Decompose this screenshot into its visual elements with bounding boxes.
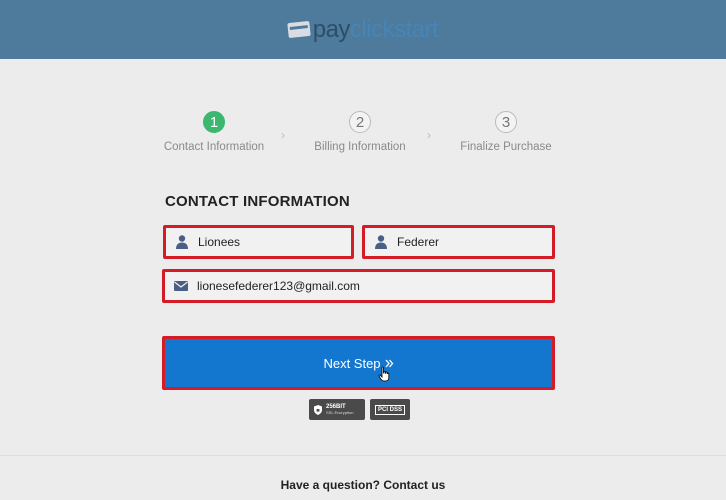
step-label: Billing Information bbox=[314, 141, 406, 153]
logo[interactable]: payclickstart bbox=[286, 16, 439, 44]
logo-text: payclickstart bbox=[313, 16, 439, 44]
chevron-right-icon: › bbox=[427, 128, 431, 142]
hand-cursor-icon bbox=[378, 366, 390, 382]
header-bar: payclickstart bbox=[0, 0, 726, 59]
next-step-button[interactable]: Next Step bbox=[162, 336, 555, 390]
step-label: Contact Information bbox=[163, 141, 265, 153]
step-label: Finalize Purchase bbox=[460, 141, 552, 153]
chevron-right-icon: › bbox=[281, 128, 285, 142]
next-step-label: Next Step bbox=[323, 355, 381, 371]
envelope-icon bbox=[174, 281, 188, 291]
step-number: 3 bbox=[495, 111, 517, 133]
step-number: 1 bbox=[203, 111, 225, 133]
ssl-badge: 256BIT SSL Encryption bbox=[309, 399, 365, 420]
email-field[interactable] bbox=[162, 269, 555, 303]
user-icon bbox=[375, 235, 387, 249]
contact-link[interactable]: Have a question? Contact us bbox=[281, 478, 446, 492]
step-billing-information: 2 Billing Information bbox=[300, 111, 420, 153]
shield-icon bbox=[314, 404, 322, 415]
pci-badge: PCI DSS bbox=[370, 399, 410, 420]
security-badges: 256BIT SSL Encryption PCI DSS bbox=[309, 399, 410, 420]
last-name-field[interactable] bbox=[362, 225, 555, 259]
first-name-field[interactable] bbox=[163, 225, 354, 259]
logo-text-part2: clickstart bbox=[349, 15, 439, 43]
section-title: CONTACT INFORMATION bbox=[165, 193, 350, 210]
first-name-input[interactable] bbox=[198, 235, 351, 249]
user-icon bbox=[176, 235, 188, 249]
step-finalize-purchase: 3 Finalize Purchase bbox=[446, 111, 566, 153]
card-icon bbox=[286, 20, 311, 39]
email-input[interactable] bbox=[197, 279, 552, 293]
step-contact-information: 1 Contact Information bbox=[154, 111, 274, 153]
footer: Have a question? Contact us bbox=[0, 455, 726, 500]
pci-badge-label: PCI DSS bbox=[375, 404, 405, 415]
step-number: 2 bbox=[349, 111, 371, 133]
last-name-input[interactable] bbox=[397, 235, 552, 249]
ssl-badge-line2: SSL Encryption bbox=[326, 410, 354, 415]
logo-text-part1: pay bbox=[312, 15, 351, 43]
